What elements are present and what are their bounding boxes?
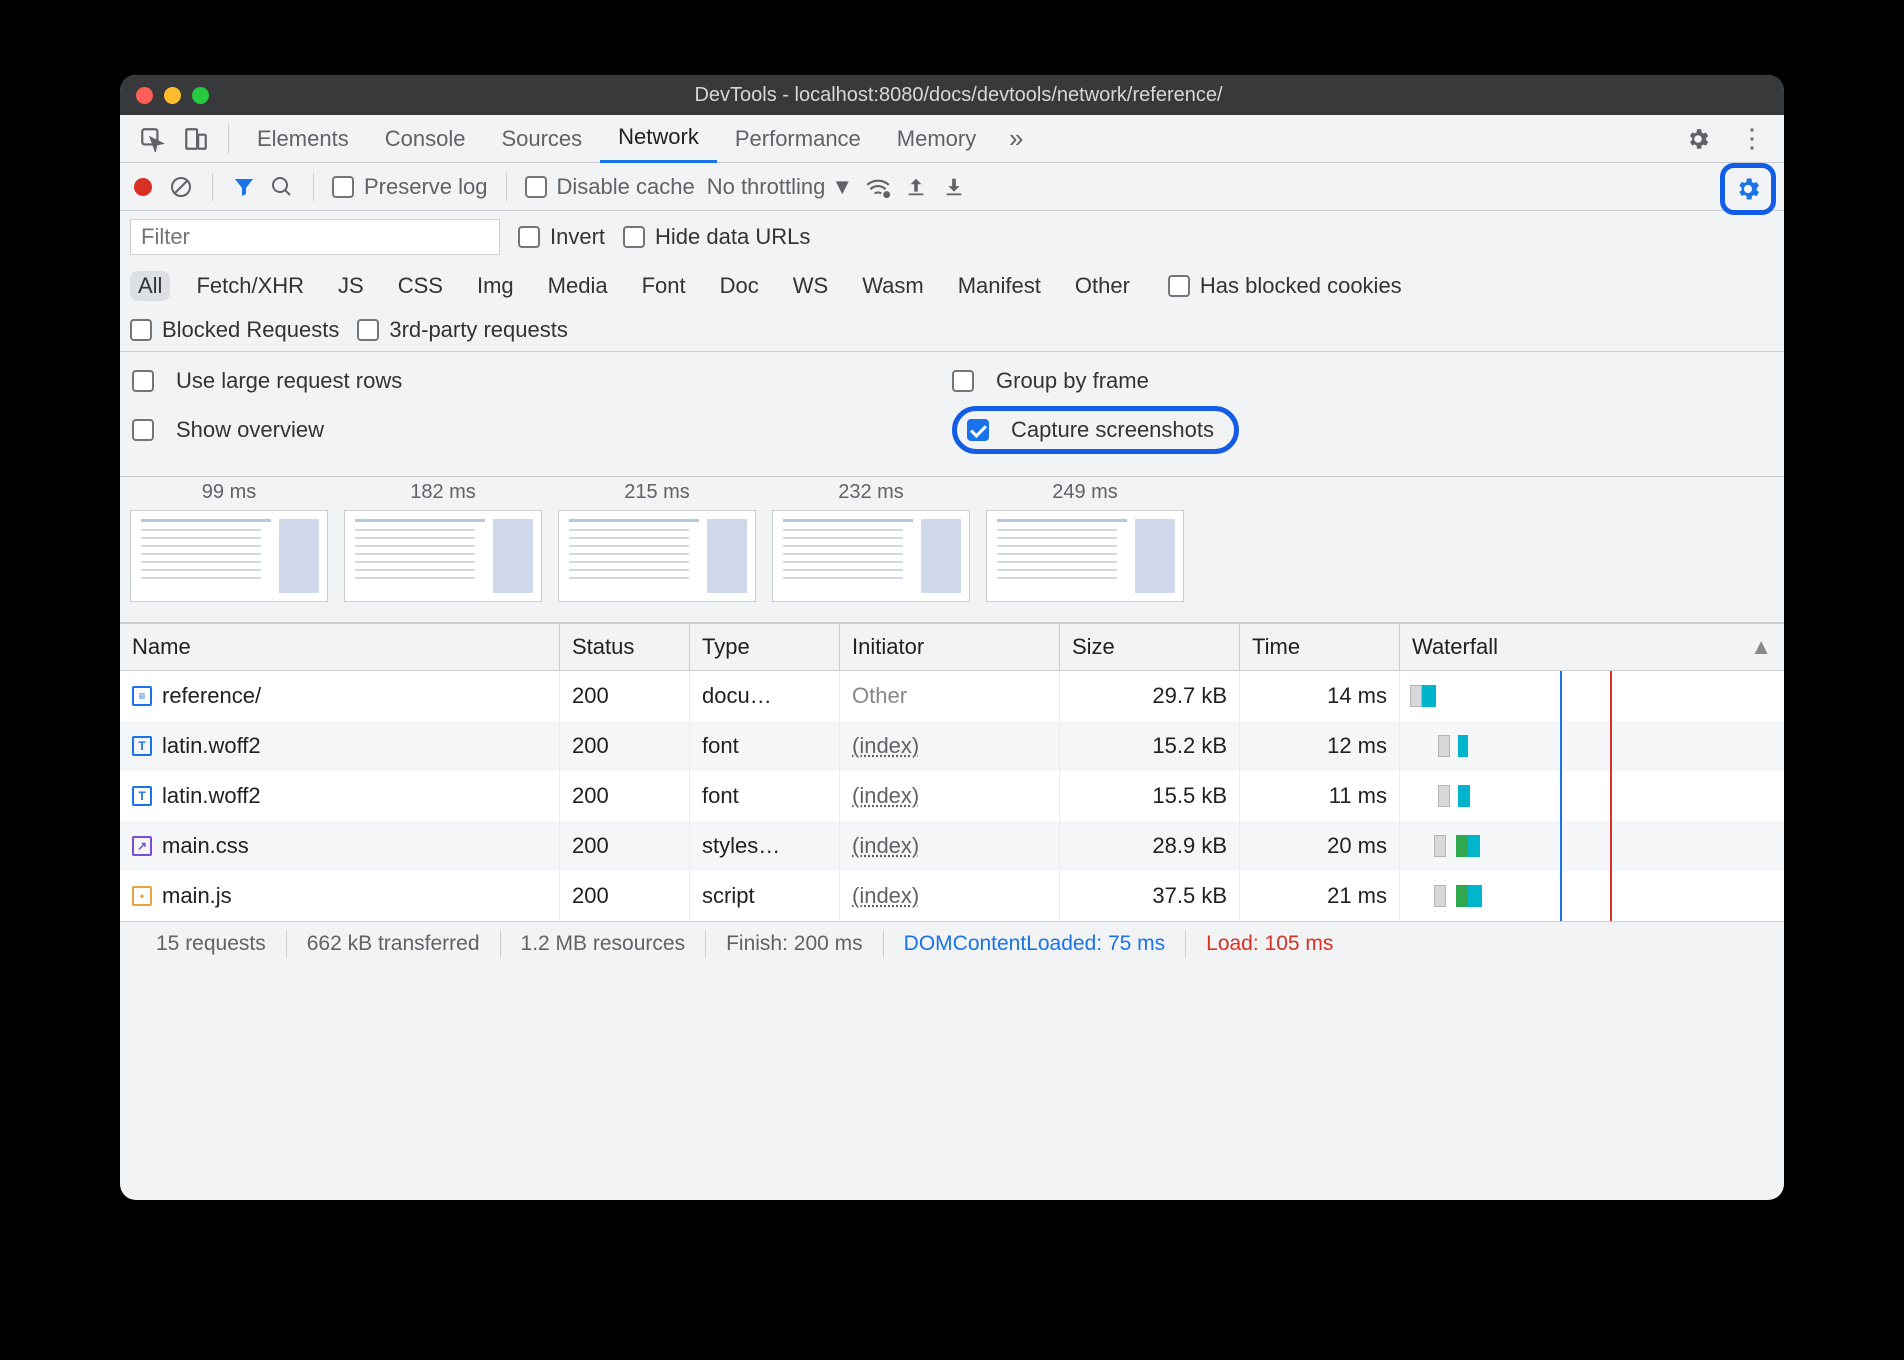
status-finish: Finish: 200 ms <box>706 930 884 958</box>
status-requests: 15 requests <box>136 930 287 958</box>
status-transferred: 662 kB transferred <box>287 930 501 958</box>
file-js-icon: • <box>132 886 152 906</box>
col-time[interactable]: Time <box>1240 624 1400 670</box>
type-filter-all[interactable]: All <box>130 271 170 301</box>
file-doc-icon: ≡ <box>132 686 152 706</box>
type-filter-manifest[interactable]: Manifest <box>950 271 1049 301</box>
disable-cache-checkbox[interactable]: Disable cache <box>525 174 695 200</box>
table-header: Name Status Type Initiator Size Time Wat… <box>120 623 1784 671</box>
screenshot-0[interactable]: 99 ms <box>130 481 328 602</box>
record-button[interactable] <box>130 174 156 200</box>
sort-indicator-icon: ▲ <box>1750 634 1772 660</box>
device-toggle-icon[interactable] <box>178 121 214 157</box>
show-overview-checkbox[interactable]: Show overview <box>132 417 324 443</box>
table-row[interactable]: ↗main.css200styles…(index)28.9 kB20 ms <box>120 821 1784 871</box>
col-size[interactable]: Size <box>1060 624 1240 670</box>
type-filter-fetch-xhr[interactable]: Fetch/XHR <box>188 271 312 301</box>
devtools-window: DevTools - localhost:8080/docs/devtools/… <box>120 75 1784 1200</box>
filter-section: Invert Hide data URLs All Fetch/XHR JS CSS I… <box>120 211 1784 352</box>
type-filter-media[interactable]: Media <box>540 271 616 301</box>
network-settings-panel: Use large request rows Group by frame Sh… <box>120 352 1784 477</box>
clear-button[interactable] <box>168 174 194 200</box>
type-filter-doc[interactable]: Doc <box>712 271 767 301</box>
table-row[interactable]: Tlatin.woff2200font(index)15.5 kB11 ms <box>120 771 1784 821</box>
capture-screenshots-highlight: Capture screenshots <box>952 406 1239 454</box>
large-rows-checkbox[interactable]: Use large request rows <box>132 368 402 394</box>
inspect-icon[interactable] <box>134 121 170 157</box>
hide-data-urls-checkbox[interactable]: Hide data URLs <box>623 224 810 250</box>
chevron-down-icon: ▼ <box>831 174 853 200</box>
file-font-icon: T <box>132 736 152 756</box>
search-icon[interactable] <box>269 174 295 200</box>
main-tabbar: ElementsConsoleSourcesNetworkPerformance… <box>120 115 1784 163</box>
table-row[interactable]: •main.js200script(index)37.5 kB21 ms <box>120 871 1784 921</box>
tab-memory[interactable]: Memory <box>879 115 994 163</box>
screenshot-strip: 99 ms182 ms215 ms232 ms249 ms <box>120 477 1784 623</box>
screenshot-1[interactable]: 182 ms <box>344 481 542 602</box>
filter-icon[interactable] <box>231 174 257 200</box>
status-dcl: DOMContentLoaded: 75 ms <box>884 930 1186 958</box>
has-blocked-cookies-checkbox[interactable]: Has blocked cookies <box>1168 273 1402 299</box>
close-window-button[interactable] <box>136 87 153 104</box>
throttling-select[interactable]: No throttling ▼ <box>707 174 853 200</box>
screenshot-2[interactable]: 215 ms <box>558 481 756 602</box>
network-conditions-icon[interactable] <box>865 174 891 200</box>
preserve-log-checkbox[interactable]: Preserve log <box>332 174 488 200</box>
type-filter-font[interactable]: Font <box>634 271 694 301</box>
window-title: DevTools - localhost:8080/docs/devtools/… <box>209 84 1708 107</box>
tab-network[interactable]: Network <box>600 115 717 163</box>
type-filter-img[interactable]: Img <box>469 271 522 301</box>
tab-elements[interactable]: Elements <box>239 115 367 163</box>
col-type[interactable]: Type <box>690 624 840 670</box>
col-name[interactable]: Name <box>120 624 560 670</box>
requests-table: Name Status Type Initiator Size Time Wat… <box>120 623 1784 921</box>
type-filter-js[interactable]: JS <box>330 271 372 301</box>
col-waterfall[interactable]: Waterfall▲ <box>1400 624 1784 670</box>
file-font-icon: T <box>132 786 152 806</box>
third-party-checkbox[interactable]: 3rd-party requests <box>357 317 568 343</box>
tab-console[interactable]: Console <box>367 115 484 163</box>
screenshot-4[interactable]: 249 ms <box>986 481 1184 602</box>
tab-performance[interactable]: Performance <box>717 115 879 163</box>
more-tabs-icon[interactable]: » <box>998 121 1034 157</box>
invert-checkbox[interactable]: Invert <box>518 224 605 250</box>
minimize-window-button[interactable] <box>164 87 181 104</box>
col-initiator[interactable]: Initiator <box>840 624 1060 670</box>
network-settings-gear-icon[interactable] <box>1720 163 1776 215</box>
group-by-frame-checkbox[interactable]: Group by frame <box>952 368 1149 394</box>
kebab-menu-icon[interactable]: ⋮ <box>1734 121 1770 157</box>
col-status[interactable]: Status <box>560 624 690 670</box>
download-har-icon[interactable] <box>941 174 967 200</box>
type-filter-css[interactable]: CSS <box>390 271 451 301</box>
type-filter-other[interactable]: Other <box>1067 271 1138 301</box>
table-row[interactable]: ≡reference/200docu…Other29.7 kB14 ms <box>120 671 1784 721</box>
window-controls <box>136 87 209 104</box>
settings-gear-icon[interactable] <box>1680 121 1716 157</box>
titlebar: DevTools - localhost:8080/docs/devtools/… <box>120 75 1784 115</box>
upload-har-icon[interactable] <box>903 174 929 200</box>
capture-screenshots-checkbox[interactable]: Capture screenshots <box>967 417 1214 443</box>
status-bar: 15 requests 662 kB transferred 1.2 MB re… <box>120 921 1784 965</box>
filter-input[interactable] <box>130 219 500 255</box>
network-toolbar: Preserve log Disable cache No throttling… <box>120 163 1784 211</box>
maximize-window-button[interactable] <box>192 87 209 104</box>
table-row[interactable]: Tlatin.woff2200font(index)15.2 kB12 ms <box>120 721 1784 771</box>
file-css-icon: ↗ <box>132 836 152 856</box>
type-filter-ws[interactable]: WS <box>785 271 836 301</box>
status-resources: 1.2 MB resources <box>501 930 707 958</box>
type-filter-wasm[interactable]: Wasm <box>854 271 932 301</box>
blocked-requests-checkbox[interactable]: Blocked Requests <box>130 317 339 343</box>
screenshot-3[interactable]: 232 ms <box>772 481 970 602</box>
status-load: Load: 105 ms <box>1186 930 1353 958</box>
tab-sources[interactable]: Sources <box>483 115 600 163</box>
